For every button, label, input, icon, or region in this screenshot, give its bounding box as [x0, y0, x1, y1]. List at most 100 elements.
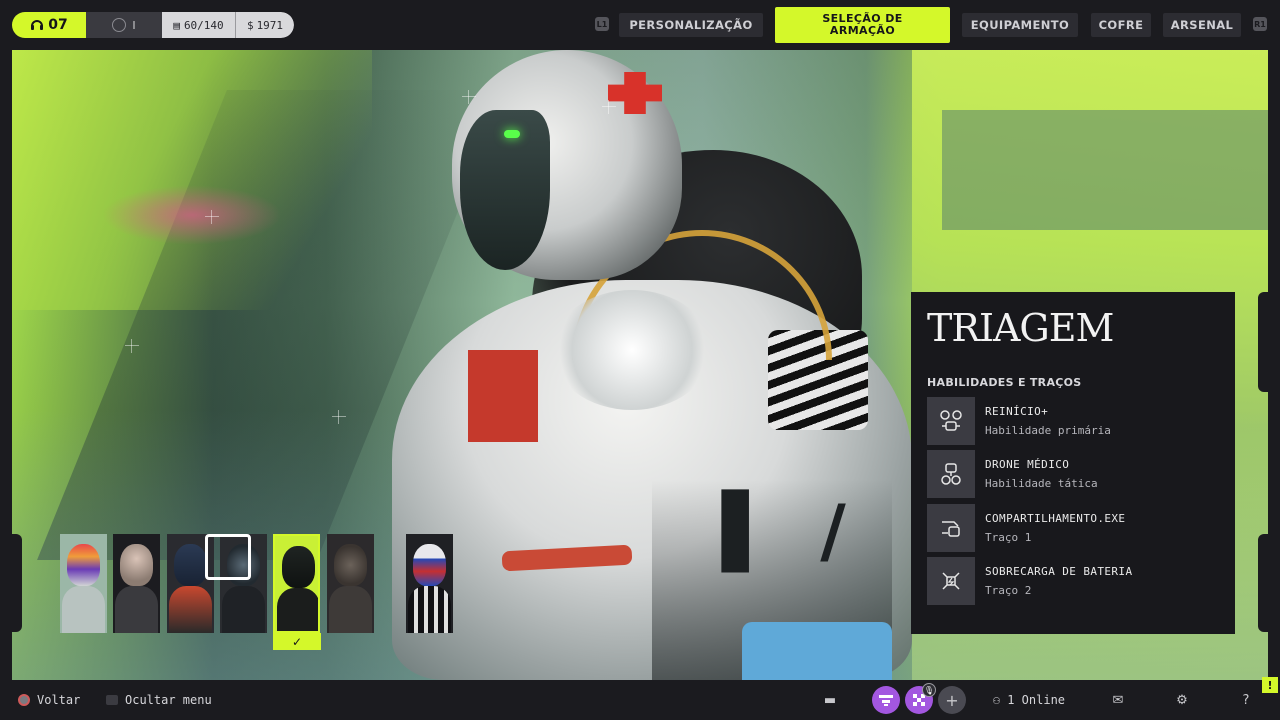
- tab-label-line2: ARMAÇÃO: [829, 24, 896, 37]
- armature-info-panel: TRIAGEM HABILIDADES E TRAÇOS REINÍCIO+ H…: [911, 292, 1235, 634]
- ability-trait-1[interactable]: COMPARTILHAMENTO.EXE Traço 1: [927, 504, 1227, 552]
- portrait-torso: [169, 586, 212, 633]
- revive-drones-icon: [927, 397, 975, 445]
- inventory-count-value: 60/140: [183, 18, 224, 32]
- ability-type: Traço 2: [985, 584, 1032, 597]
- character-eye: [504, 130, 520, 138]
- tab-equipamento[interactable]: EQUIPAMENTO: [962, 13, 1078, 37]
- portrait-head: [67, 544, 100, 586]
- portrait-head: [174, 544, 207, 586]
- character-red-pad: [468, 350, 538, 442]
- credits-icon: $: [246, 18, 254, 32]
- character-chest-mark: ▌ /: [722, 490, 856, 572]
- back-label: Voltar: [37, 693, 81, 707]
- ability-trait-2[interactable]: SOBRECARGA DE BATERIA Traço 2: [927, 557, 1227, 605]
- avatar-pattern-icon: [879, 695, 893, 706]
- player-level-value: 07: [48, 17, 68, 33]
- credits-value: 1971: [256, 18, 284, 32]
- portrait-head: [413, 544, 446, 586]
- tab-arsenal[interactable]: ARSENAL: [1163, 13, 1241, 37]
- hide-menu-button[interactable]: Ocultar menu: [106, 680, 212, 720]
- portrait-torso: [222, 586, 265, 633]
- tab-label: EQUIPAMENTO: [970, 18, 1070, 32]
- headset-icon: [31, 20, 44, 30]
- friends-icon: ⚇: [993, 693, 1001, 707]
- bg-window: [942, 110, 1268, 230]
- player-rank: I: [86, 12, 162, 38]
- medic-drone-icon: [927, 450, 975, 498]
- alert-icon[interactable]: !: [1262, 677, 1278, 693]
- settings-gear-icon[interactable]: ⚙: [1174, 692, 1190, 708]
- back-button[interactable]: Voltar: [18, 680, 80, 720]
- armature-portrait-1[interactable]: [60, 534, 107, 633]
- armature-name: TRIAGEM: [927, 306, 1114, 350]
- bumper-right-label: R1: [1254, 19, 1266, 29]
- online-status[interactable]: ⚇ 1 Online: [993, 680, 1065, 720]
- hud-crosshair: [125, 339, 139, 353]
- top-bar: 07 I ▤ 60/140 $ 1971 L1 PERSONALIZAÇÃO S…: [0, 0, 1280, 50]
- armature-portrait-7[interactable]: [406, 534, 453, 633]
- hide-menu-label: Ocultar menu: [125, 693, 212, 707]
- add-symbol: +: [945, 690, 959, 710]
- ability-type: Habilidade primária: [985, 424, 1111, 437]
- touchpad-button-icon: [106, 695, 118, 705]
- portrait-head: [334, 544, 367, 586]
- ability-primary[interactable]: REINÍCIO+ Habilidade primária: [927, 397, 1227, 445]
- tab-label: COFRE: [1098, 18, 1144, 32]
- armature-portrait-5-selected[interactable]: [273, 534, 320, 633]
- portrait-torso: [115, 586, 158, 633]
- inventory-icon: ▤: [173, 18, 180, 32]
- bumper-left-label: L1: [596, 19, 608, 29]
- online-label: 1 Online: [1007, 693, 1066, 707]
- ability-type: Habilidade tática: [985, 477, 1098, 490]
- ability-name: SOBRECARGA DE BATERIA: [985, 565, 1133, 578]
- battery-overload-icon: [927, 557, 975, 605]
- character-blue-case: [742, 622, 892, 680]
- bottom-bar: Voltar Ocultar menu ⚇ 1 Online: [0, 680, 1280, 720]
- portrait-torso: [329, 586, 372, 633]
- ability-name: COMPARTILHAMENTO.EXE: [985, 512, 1126, 525]
- selected-check-icon: ✓: [273, 633, 321, 650]
- portrait-head: [120, 544, 153, 586]
- player-rank-value: I: [132, 18, 136, 32]
- bumper-left-icon: L1: [595, 17, 609, 31]
- portrait-head: [282, 546, 315, 588]
- armature-selector-frame: [205, 534, 251, 580]
- hud-crosshair: [462, 90, 476, 104]
- chat-icon[interactable]: ▬: [822, 692, 838, 708]
- tab-selecao-de-armacao[interactable]: SELEÇÃO DE ARMAÇÃO: [775, 7, 950, 43]
- character-shoulder: [552, 290, 712, 410]
- strip-left-edge: [12, 534, 22, 632]
- player-level: 07: [12, 12, 86, 38]
- circle-button-icon: [18, 694, 30, 706]
- armature-portrait-6[interactable]: [327, 534, 374, 633]
- hud-crosshair: [332, 410, 346, 424]
- add-party-member-button[interactable]: +: [938, 686, 966, 714]
- share-icon: [927, 504, 975, 552]
- help-symbol: ?: [1242, 692, 1250, 708]
- alert-symbol: !: [1267, 678, 1273, 692]
- rank-ring-icon: [112, 18, 127, 32]
- ability-type: Traço 1: [985, 531, 1032, 544]
- credits: $ 1971: [236, 12, 294, 38]
- inventory-count: ▤ 60/140: [162, 12, 236, 38]
- selected-check-glyph: ✓: [291, 634, 303, 649]
- mic-badge-icon: 🎙: [922, 683, 936, 697]
- help-icon[interactable]: ?: [1238, 692, 1254, 708]
- abilities-heading: HABILIDADES E TRAÇOS: [927, 376, 1082, 389]
- tab-cofre[interactable]: COFRE: [1091, 13, 1151, 37]
- hud-crosshair: [205, 210, 219, 224]
- portrait-torso: [62, 586, 105, 633]
- bumper-right-icon: R1: [1253, 17, 1267, 31]
- tab-label: PERSONALIZAÇÃO: [629, 18, 753, 32]
- armature-portrait-2[interactable]: [113, 534, 160, 633]
- ability-name: REINÍCIO+: [985, 405, 1049, 418]
- party-member-avatar-1[interactable]: [872, 686, 900, 714]
- tab-label: ARSENAL: [1170, 18, 1234, 32]
- ability-name: DRONE MÉDICO: [985, 458, 1070, 471]
- tab-personalizacao[interactable]: PERSONALIZAÇÃO: [619, 13, 763, 37]
- panel-right-edge: [1258, 292, 1268, 392]
- portrait-torso: [408, 586, 451, 633]
- ability-tactical[interactable]: DRONE MÉDICO Habilidade tática: [927, 450, 1227, 498]
- mail-icon[interactable]: ✉: [1110, 692, 1126, 708]
